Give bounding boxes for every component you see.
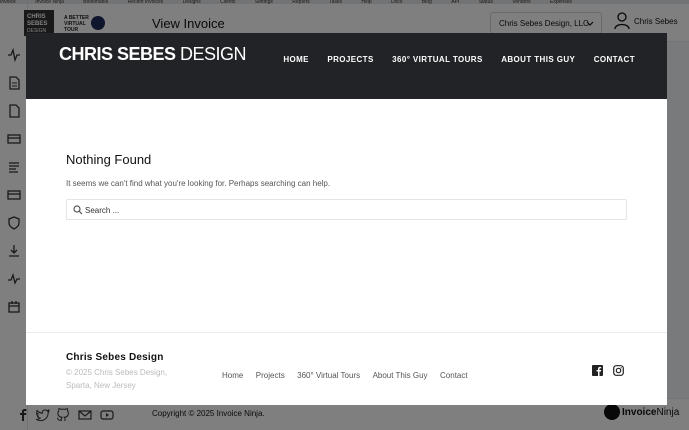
footer-nav-about[interactable]: About This Guy bbox=[373, 371, 428, 380]
facebook-icon[interactable] bbox=[592, 363, 603, 376]
nav-home[interactable]: HOME bbox=[283, 55, 309, 64]
content-message: It seems we can't find what you're looki… bbox=[66, 179, 331, 188]
instagram-icon[interactable] bbox=[613, 363, 625, 376]
footer-nav-projects[interactable]: Projects bbox=[256, 371, 285, 380]
footer-nav-contact[interactable]: Contact bbox=[440, 371, 468, 380]
search-icon bbox=[73, 205, 83, 215]
footer-brand: Chris Sebes Design bbox=[66, 352, 164, 363]
footer-nav-home[interactable]: Home bbox=[222, 371, 243, 380]
search-field[interactable] bbox=[66, 199, 627, 220]
nav-contact[interactable]: CONTACT bbox=[594, 55, 635, 64]
site-nav: HOME PROJECTS 360° VIRTUAL TOURS ABOUT T… bbox=[269, 49, 635, 67]
nav-projects[interactable]: PROJECTS bbox=[327, 55, 373, 64]
site-header: CHRIS SEBES DESIGN HOME PROJECTS 360° VI… bbox=[26, 33, 667, 99]
nav-about[interactable]: ABOUT THIS GUY bbox=[501, 55, 575, 64]
site-footer: Chris Sebes Design © 2025 Chris Sebes De… bbox=[26, 332, 667, 405]
search-input[interactable] bbox=[85, 202, 615, 218]
site-logo[interactable]: CHRIS SEBES DESIGN bbox=[59, 44, 247, 65]
website-preview-modal: CHRIS SEBES DESIGN HOME PROJECTS 360° VI… bbox=[26, 33, 667, 405]
footer-copyright: © 2025 Chris Sebes Design, Sparta, New J… bbox=[66, 368, 168, 390]
nav-virtual-tours[interactable]: 360° VIRTUAL TOURS bbox=[392, 55, 483, 64]
footer-nav: Home Projects 360° Virtual Tours About T… bbox=[222, 365, 476, 383]
content-title: Nothing Found bbox=[66, 152, 152, 167]
footer-nav-virtual-tours[interactable]: 360° Virtual Tours bbox=[297, 371, 360, 380]
footer-social bbox=[592, 363, 630, 381]
